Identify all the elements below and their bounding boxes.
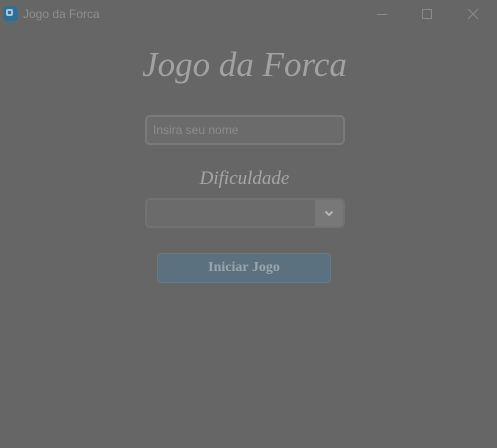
page-title: Jogo da Forca [142, 45, 347, 84]
close-button[interactable] [450, 0, 496, 28]
title-bar[interactable]: Jogo da Forca [0, 0, 497, 28]
dropdown-button[interactable] [315, 200, 343, 226]
difficulty-label: Dificuldade [199, 168, 290, 189]
maximize-icon [422, 9, 432, 19]
app-window: Jogo da Forca Jogo da Forca Dificuldade [0, 0, 497, 448]
maximize-button[interactable] [404, 0, 450, 28]
minimize-button[interactable] [359, 0, 405, 28]
window-title: Jogo da Forca [23, 7, 100, 21]
close-icon [467, 8, 479, 20]
name-input[interactable] [145, 115, 345, 145]
app-icon [3, 6, 18, 21]
minimize-icon [377, 14, 387, 15]
start-game-button[interactable]: Iniciar Jogo [157, 253, 331, 283]
difficulty-select[interactable] [145, 198, 345, 228]
chevron-down-icon [324, 210, 334, 217]
